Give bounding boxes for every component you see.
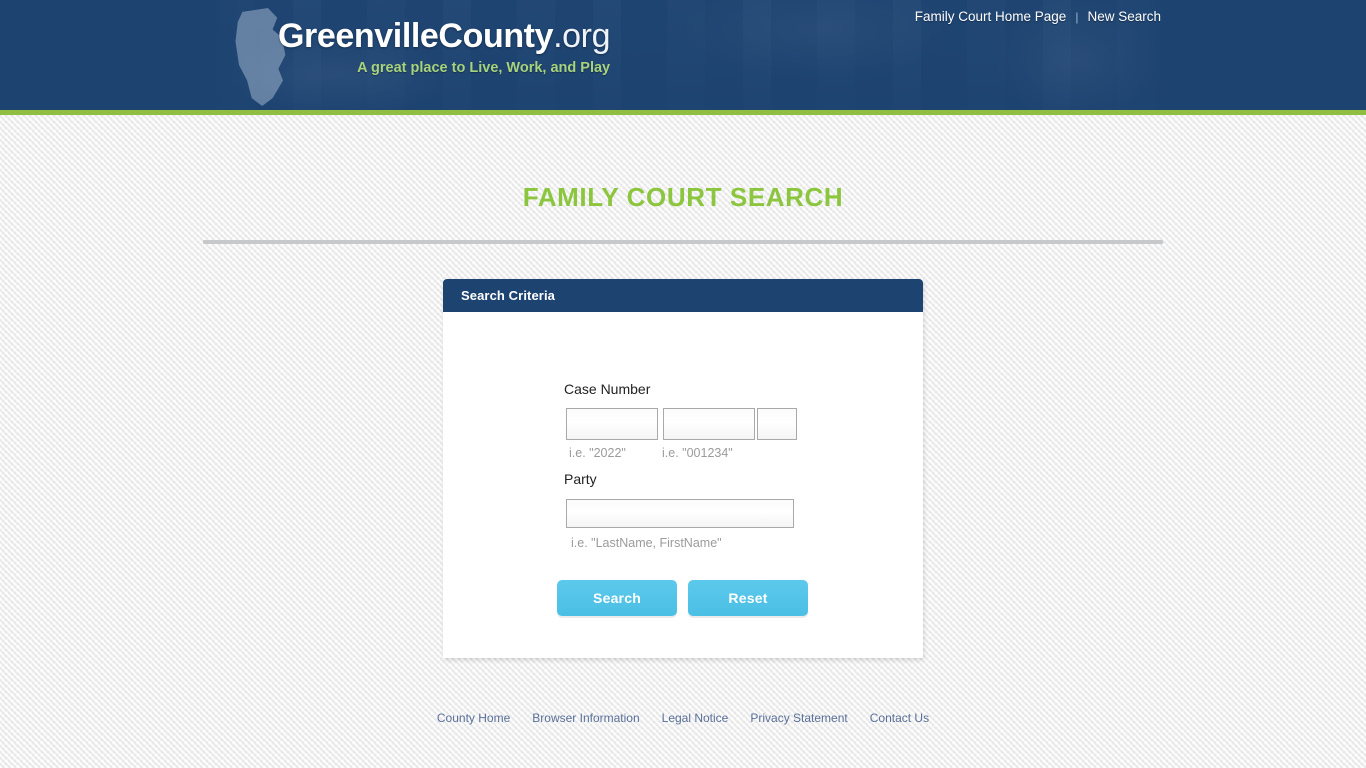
nav-new-search[interactable]: New Search	[1087, 9, 1161, 24]
footer-links: County Home Browser Information Legal Noti…	[0, 711, 1366, 725]
brand-logo[interactable]: GreenvilleCounty.org A great place to Li…	[278, 14, 611, 78]
case-number-sequence-input[interactable]	[663, 408, 755, 440]
footer-link-county-home[interactable]: County Home	[437, 711, 510, 725]
footer-link-browser-information[interactable]: Browser Information	[532, 711, 639, 725]
party-label: Party	[564, 471, 597, 487]
case-number-label: Case Number	[564, 381, 651, 397]
search-criteria-title: Search Criteria	[461, 288, 555, 303]
title-divider	[203, 240, 1163, 244]
nav-family-court-home-page[interactable]: Family Court Home Page	[915, 9, 1067, 24]
brand-tagline: A great place to Live, Work, and Play	[357, 60, 611, 76]
footer-link-privacy-statement[interactable]: Privacy Statement	[750, 711, 847, 725]
nav-separator: |	[1075, 10, 1079, 24]
case-number-sequence-hint: i.e. "001234"	[662, 446, 733, 460]
case-number-year-input[interactable]	[566, 408, 658, 440]
case-number-year-hint: i.e. "2022"	[569, 446, 626, 460]
search-criteria-header: Search Criteria	[443, 279, 923, 312]
site-header: GreenvilleCounty.org A great place to Li…	[0, 0, 1366, 115]
case-number-suffix-input[interactable]	[757, 408, 797, 440]
page-title: FAMILY COURT SEARCH	[522, 182, 844, 212]
footer-link-contact-us[interactable]: Contact Us	[870, 711, 929, 725]
search-button[interactable]: Search	[557, 580, 677, 616]
search-criteria-card: Search Criteria Case Number i.e. "2022" …	[443, 279, 923, 658]
party-hint: i.e. "LastName, FirstName"	[571, 536, 722, 550]
header-nav: Family Court Home Page | New Search	[915, 9, 1161, 24]
brand-title: GreenvilleCounty.org	[278, 14, 611, 58]
search-criteria-body: Case Number i.e. "2022" i.e. "001234" Pa…	[443, 312, 923, 658]
footer-link-legal-notice[interactable]: Legal Notice	[662, 711, 729, 725]
brand-name: GreenvilleCounty	[278, 17, 554, 55]
reset-button[interactable]: Reset	[688, 580, 808, 616]
party-input[interactable]	[566, 499, 794, 528]
brand-tld: .org	[553, 17, 611, 55]
